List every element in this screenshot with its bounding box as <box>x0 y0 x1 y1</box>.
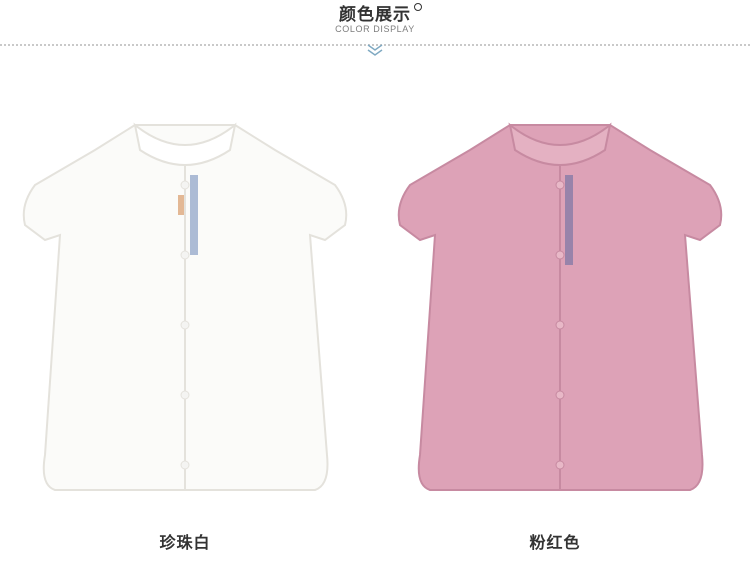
white-shirt-image <box>22 122 348 491</box>
product-pink-shirt <box>390 105 730 505</box>
color-label-pink: 粉红色 <box>529 533 581 552</box>
header: 颜色展示 COLOR DISPLAY <box>0 0 750 60</box>
title-dot-icon <box>414 3 422 11</box>
pink-shirt-image <box>397 122 723 491</box>
section-title: 颜色展示 <box>339 0 422 25</box>
section-subtitle: COLOR DISPLAY <box>335 24 415 34</box>
double-chevron-down-icon <box>367 44 383 56</box>
color-label-white: 珍珠白 <box>159 533 211 552</box>
product-white-shirt <box>15 105 355 505</box>
